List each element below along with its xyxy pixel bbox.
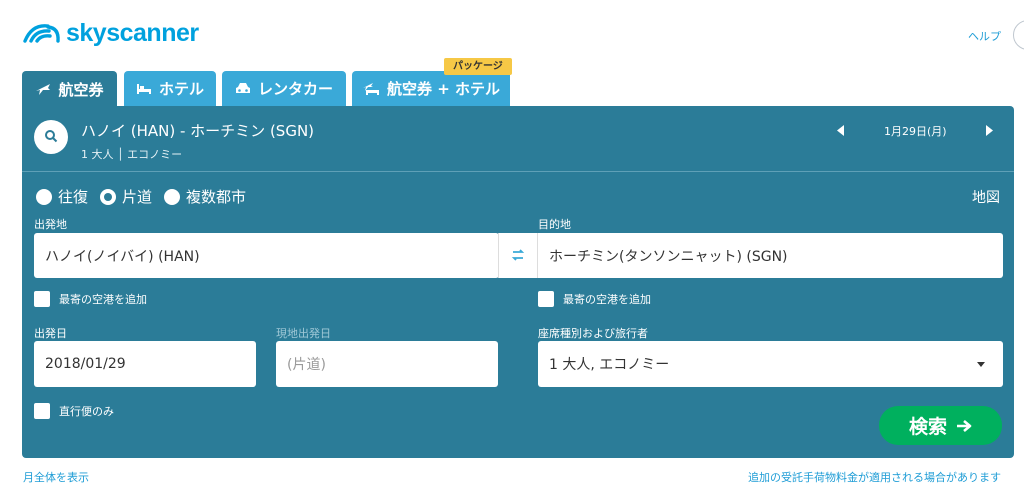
search-panel: ハノイ (HAN) - ホーチミン (SGN) 1 大人 │ エコノミー 1月2… [22, 106, 1014, 458]
tab-hotels[interactable]: ホテル [124, 71, 216, 106]
passenger-summary: 1 大人 │ エコノミー [81, 148, 183, 161]
checkbox[interactable] [34, 403, 50, 419]
return-date-input[interactable]: (片道) [276, 341, 498, 387]
destination-input[interactable]: ホーチミン(タンソンニャット) (SGN) [538, 233, 1003, 278]
cabin-label: 座席種別および旅行者 [538, 327, 648, 340]
next-date-arrow-icon[interactable] [982, 123, 996, 137]
tab-label: レンタカー [257, 80, 333, 98]
summary-date: 1月29日(月) [884, 125, 947, 138]
search-button-label: 検索 [908, 416, 947, 438]
show-whole-month-link[interactable]: 月全体を表示 [23, 469, 89, 485]
tab-flights[interactable]: 航空券 [22, 71, 117, 107]
tab-label: 航空券 [58, 80, 104, 99]
radio-label: 複数都市 [186, 188, 247, 206]
depart-date-input[interactable]: 2018/01/29 [34, 341, 256, 387]
skyscanner-logo[interactable]: skyscanner [22, 18, 199, 48]
magnifier-icon [44, 128, 58, 147]
radio-multi-city[interactable]: 複数都市 [164, 186, 246, 207]
package-badge: パッケージ [444, 58, 512, 75]
help-link[interactable]: ヘルプ [968, 28, 1001, 44]
checkbox-label: 最寄の空港を追加 [563, 293, 651, 306]
plane-icon [35, 82, 51, 96]
radio-round-trip[interactable]: 往復 [36, 186, 88, 207]
search-button[interactable]: 検索 [879, 406, 1002, 445]
baggage-fees-link[interactable]: 追加の受託手荷物料金が適用される場合があります [748, 469, 1001, 485]
account-button[interactable] [1013, 20, 1024, 50]
search-summary: ハノイ (HAN) - ホーチミン (SGN) 1 大人 │ エコノミー 1月2… [22, 106, 1014, 172]
bed-icon [136, 83, 152, 95]
radio-button[interactable] [100, 188, 117, 205]
depart-label: 出発日 [34, 327, 67, 340]
destination-label: 目的地 [538, 218, 571, 231]
destination-nearby-checkbox[interactable]: 最寄の空港を追加 [538, 291, 651, 307]
origin-input[interactable]: ハノイ(ノイバイ) (HAN) [34, 233, 499, 278]
plane-bed-icon [362, 82, 380, 96]
arrow-right-icon [956, 419, 972, 433]
radio-label: 片道 [122, 188, 153, 206]
cabin-value: 1 大人, エコノミー [549, 357, 670, 373]
car-icon [235, 82, 251, 95]
checkbox[interactable] [538, 291, 554, 307]
checkbox[interactable] [34, 291, 50, 307]
cabin-travellers-select[interactable]: 1 大人, エコノミー [538, 341, 1003, 387]
radio-button[interactable] [36, 188, 52, 205]
tab-label: 航空券 + ホテル [386, 80, 500, 98]
direct-only-checkbox[interactable]: 直行便のみ [34, 403, 114, 419]
map-link[interactable]: 地図 [972, 187, 1000, 207]
origin-nearby-checkbox[interactable]: 最寄の空港を追加 [34, 291, 147, 307]
origin-label: 出発地 [34, 218, 67, 231]
checkbox-label: 直行便のみ [59, 405, 114, 418]
radio-button[interactable] [164, 188, 181, 205]
trip-type-group: 往復 片道 複数都市 [36, 186, 258, 207]
route-summary: ハノイ (HAN) - ホーチミン (SGN) [81, 122, 315, 140]
tab-label: ホテル [158, 80, 204, 98]
swap-arrows-icon [511, 246, 525, 265]
return-label: 現地出発日 [276, 327, 331, 340]
checkbox-label: 最寄の空港を追加 [59, 293, 147, 306]
swap-button[interactable] [498, 233, 538, 278]
cloud-logo-icon [22, 18, 62, 48]
tab-car-rental[interactable]: レンタカー [222, 71, 346, 106]
search-summary-button[interactable] [34, 120, 68, 154]
chevron-down-icon [977, 362, 985, 367]
tab-flight-hotel[interactable]: 航空券 + ホテル [352, 71, 510, 106]
radio-one-way[interactable]: 片道 [100, 186, 152, 207]
logo-text: skyscanner [66, 18, 199, 47]
prev-date-arrow-icon[interactable] [834, 123, 848, 137]
radio-label: 往復 [58, 188, 89, 206]
